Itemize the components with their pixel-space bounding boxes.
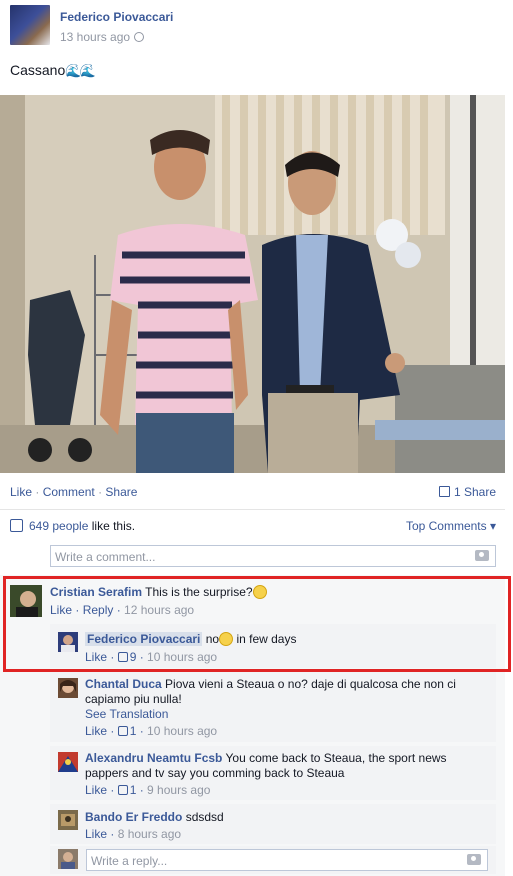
reply-author-name[interactable]: Chantal Duca <box>85 677 162 691</box>
reply-like-count[interactable]: 1 <box>130 783 137 797</box>
see-translation-link[interactable]: See Translation <box>85 707 480 722</box>
reply-avatar[interactable] <box>58 810 78 830</box>
like-thumb-icon <box>117 726 128 736</box>
reply-item: Alexandru Neamtu Fcsb You come back to S… <box>50 746 496 800</box>
reply-item: Chantal Duca Piova vieni a Steaua o no? … <box>50 672 496 742</box>
photo-illustration <box>0 95 505 473</box>
comment-link[interactable]: Comment <box>43 485 95 499</box>
reply-input-placeholder: Write a reply... <box>91 854 168 868</box>
post-time[interactable]: 13 hours ago <box>60 30 130 44</box>
share-icon <box>438 486 450 497</box>
reply-avatar[interactable] <box>58 678 78 698</box>
separator: · <box>98 485 103 499</box>
top-comments-dropdown[interactable]: Top Comments ▾ <box>406 519 496 533</box>
post-text: Cassano🌊🌊 <box>10 62 96 79</box>
post-meta: 13 hours ago <box>60 30 145 44</box>
write-reply-row: Write a reply... <box>50 846 496 874</box>
likes-count[interactable]: 649 people <box>29 519 88 533</box>
share-count-label: 1 Share <box>453 485 496 499</box>
globe-icon[interactable] <box>134 32 145 42</box>
wave-emoji: 🌊🌊 <box>65 63 95 78</box>
reply-item: Bando Er Freddo sdsdsd Like · 8 hours ag… <box>50 804 496 844</box>
post-photo[interactable] <box>0 95 505 473</box>
reply-actions: Like · 1 · 10 hours ago <box>85 724 218 738</box>
reply-like-link[interactable]: Like <box>85 827 107 841</box>
post-header: Federico Piovaccari 13 hours ago <box>10 5 490 45</box>
reply-like-link[interactable]: Like <box>85 783 107 797</box>
like-thumb-icon <box>10 519 23 532</box>
camera-icon[interactable] <box>475 550 489 561</box>
current-user-avatar[interactable] <box>58 849 78 869</box>
reply-actions: Like · 1 · 9 hours ago <box>85 783 211 797</box>
reply-time[interactable]: 10 hours ago <box>147 724 217 738</box>
reply-like-count[interactable]: 1 <box>130 724 137 738</box>
comment-input-placeholder: Write a comment... <box>55 550 156 564</box>
highlight-annotation <box>3 576 511 672</box>
reply-author-name[interactable]: Alexandru Neamtu Fcsb <box>85 751 222 765</box>
author-avatar[interactable] <box>10 5 50 45</box>
divider <box>0 509 505 510</box>
likes-suffix: like this. <box>91 519 136 533</box>
share-link[interactable]: Share <box>105 485 137 499</box>
like-thumb-icon <box>117 785 128 795</box>
post-actions: Like · Comment · Share 1 Share <box>10 485 496 499</box>
reply-time[interactable]: 9 hours ago <box>147 783 210 797</box>
post-author-name[interactable]: Federico Piovaccari <box>60 10 173 24</box>
reply-text: sdsdsd <box>185 810 224 824</box>
reply-input[interactable]: Write a reply... <box>86 849 488 871</box>
reply-avatar[interactable] <box>58 752 78 772</box>
separator: · <box>35 485 40 499</box>
post-text-content: Cassano <box>10 62 66 78</box>
reply-actions: Like · 8 hours ago <box>85 827 182 841</box>
likes-summary: 649 people like this. Top Comments ▾ <box>10 519 496 533</box>
reply-like-link[interactable]: Like <box>85 724 107 738</box>
share-count[interactable]: 1 Share <box>438 485 496 499</box>
camera-icon[interactable] <box>467 854 481 865</box>
like-link[interactable]: Like <box>10 485 32 499</box>
reply-author-name[interactable]: Bando Er Freddo <box>85 810 182 824</box>
comment-input[interactable]: Write a comment... <box>50 545 496 567</box>
reply-time[interactable]: 8 hours ago <box>118 827 181 841</box>
